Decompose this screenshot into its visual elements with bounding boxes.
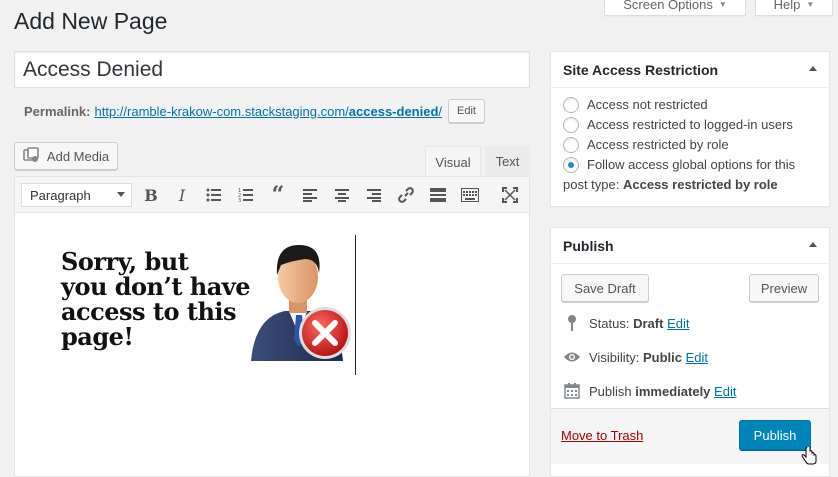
radio-label-line2-bold: Access restricted by role	[623, 177, 778, 192]
save-draft-button[interactable]: Save Draft	[561, 274, 649, 302]
radio-checked-icon[interactable]	[563, 157, 579, 173]
image-text-line: Sorry, but	[61, 247, 189, 276]
add-media-button[interactable]: Add Media	[14, 142, 118, 170]
bold-icon[interactable]: B	[139, 183, 163, 207]
permalink-row: Permalink: http://ramble-krakow-com.stac…	[24, 99, 485, 123]
collapse-toggle-icon[interactable]	[809, 242, 817, 247]
align-left-icon[interactable]	[298, 183, 322, 207]
help-label: Help	[773, 0, 801, 12]
permalink-link[interactable]: http://ramble-krakow-com.stackstaging.co…	[94, 104, 442, 119]
radio-label: Follow access global options for this	[587, 157, 796, 172]
restriction-box-header[interactable]: Site Access Restriction	[551, 52, 829, 88]
eye-icon	[563, 348, 581, 366]
image-text-line: page!	[61, 322, 134, 351]
blockquote-icon[interactable]: “	[266, 182, 290, 208]
schedule-value: immediately	[635, 383, 711, 399]
media-icon	[23, 146, 41, 166]
publish-button[interactable]: Publish	[739, 420, 811, 450]
radio-label-line2-prefix: post type:	[563, 177, 620, 192]
radio-restricted-by-role[interactable]: Access restricted by role	[563, 137, 729, 153]
radio-label: Access restricted to logged-in users	[587, 117, 793, 132]
schedule-edit-link[interactable]: Edit	[714, 384, 736, 399]
collapse-toggle-icon[interactable]	[809, 66, 817, 71]
permalink-url-base: http://ramble-krakow-com.stackstaging.co…	[94, 103, 349, 119]
status-row: Status: Draft Edit	[563, 314, 689, 332]
radio-icon[interactable]	[563, 117, 579, 133]
publish-box-title: Publish	[563, 238, 614, 254]
page-title: Add New Page	[14, 8, 168, 34]
visibility-edit-link[interactable]: Edit	[686, 350, 708, 365]
publish-footer: Move to Trash Publish	[551, 408, 829, 465]
format-select[interactable]: Paragraph	[21, 183, 132, 207]
italic-icon[interactable]: I	[170, 183, 194, 207]
post-title-value: Access Denied	[23, 57, 164, 81]
tab-visual-label: Visual	[435, 154, 471, 170]
radio-follow-global[interactable]: Follow access global options for this	[563, 157, 795, 173]
tab-text-label: Text	[495, 153, 520, 169]
radio-access-not-restricted[interactable]: Access not restricted	[563, 97, 708, 113]
permalink-url-trail: /	[438, 103, 443, 119]
radio-icon[interactable]	[563, 97, 579, 113]
radio-logged-in-users[interactable]: Access restricted to logged-in users	[563, 117, 793, 133]
radio-label: Access restricted by role	[587, 137, 729, 152]
businessman-denied-icon	[247, 235, 355, 366]
hand-cursor-icon	[801, 445, 817, 468]
radio-label-line2: post type: Access restricted by role	[563, 177, 778, 192]
visibility-value: Public	[642, 349, 682, 365]
radio-icon[interactable]	[563, 137, 579, 153]
permalink-edit-button[interactable]: Edit	[448, 99, 485, 123]
schedule-label: Publish	[589, 383, 632, 399]
radio-label: Access not restricted	[587, 97, 708, 112]
help-button[interactable]: Help ▼	[755, 0, 833, 16]
read-more-icon[interactable]	[426, 183, 450, 207]
text-cursor	[355, 235, 356, 375]
pin-icon	[563, 314, 581, 332]
image-text-line: you don’t have	[61, 272, 251, 301]
editor-toolbar: Paragraph B I 123 “	[14, 176, 530, 213]
numbered-list-icon[interactable]: 123	[234, 183, 258, 207]
move-to-trash-link[interactable]: Move to Trash	[561, 428, 643, 443]
fullscreen-icon[interactable]	[498, 183, 522, 207]
permalink-slug: access-denied	[348, 103, 439, 119]
toolbar-toggle-icon[interactable]	[458, 183, 482, 207]
publish-box: Publish Save Draft Preview Status: Draft…	[550, 227, 830, 477]
schedule-row: Publish immediately Edit	[563, 382, 736, 400]
site-access-restriction-box: Site Access Restriction Access not restr…	[550, 51, 830, 207]
tab-text[interactable]: Text	[485, 146, 530, 176]
tab-visual[interactable]: Visual	[425, 146, 481, 177]
align-center-icon[interactable]	[330, 183, 354, 207]
caret-down-icon: ▼	[718, 0, 727, 9]
screen-options-button[interactable]: Screen Options ▼	[604, 0, 746, 16]
bullet-list-icon[interactable]	[202, 183, 226, 207]
post-title-input[interactable]: Access Denied	[14, 51, 530, 88]
publish-box-header[interactable]: Publish	[551, 228, 829, 264]
editor-content-area[interactable]: Sorry, but you don’t have access to this…	[14, 213, 530, 477]
visibility-row: Visibility: Public Edit	[563, 348, 708, 366]
add-media-label: Add Media	[46, 148, 110, 164]
visibility-label: Visibility:	[589, 349, 640, 365]
preview-button[interactable]: Preview	[749, 274, 819, 302]
screen-options-label: Screen Options	[623, 0, 713, 12]
link-icon[interactable]	[394, 183, 418, 207]
status-value: Draft	[633, 315, 664, 331]
access-denied-image-text: Sorry, but you don’t have access to this…	[61, 247, 251, 351]
select-arrow-icon	[117, 192, 125, 197]
restriction-box-title: Site Access Restriction	[563, 62, 719, 78]
calendar-icon	[563, 382, 581, 400]
align-right-icon[interactable]	[362, 183, 386, 207]
caret-down-icon: ▼	[806, 0, 815, 9]
permalink-label: Permalink:	[24, 103, 91, 119]
svg-text:3: 3	[238, 198, 241, 202]
status-label: Status:	[589, 315, 630, 331]
image-text-line: access to this	[61, 297, 237, 326]
status-edit-link[interactable]: Edit	[667, 316, 689, 331]
format-select-value: Paragraph	[30, 187, 91, 203]
